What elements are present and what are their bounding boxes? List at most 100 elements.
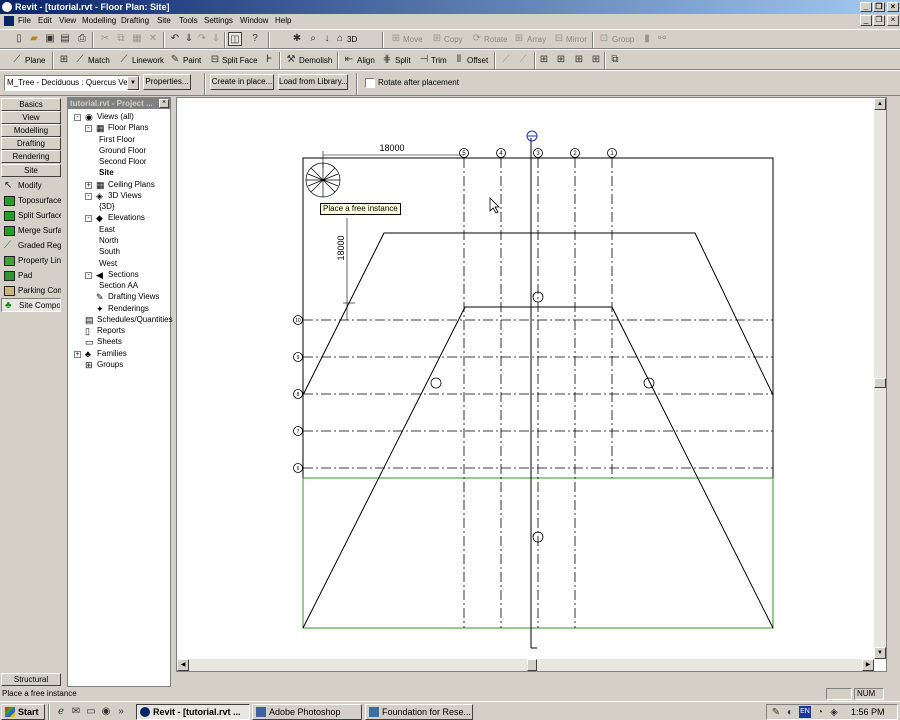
3d-view-icon[interactable]: ⌂ bbox=[333, 32, 347, 46]
tree-toggle[interactable]: - bbox=[85, 125, 92, 133]
pin-icon[interactable]: ⟋ bbox=[499, 53, 513, 67]
plane-button[interactable]: Plane bbox=[25, 56, 45, 65]
menu-settings[interactable]: Settings bbox=[204, 16, 233, 25]
tab-view[interactable]: View bbox=[1, 111, 61, 124]
properties-button[interactable]: Properties... bbox=[143, 74, 191, 90]
tray-icon[interactable]: ◔ bbox=[813, 706, 827, 720]
tree-item[interactable]: Second Floor bbox=[99, 157, 147, 166]
linework-icon[interactable]: ⟋ bbox=[117, 53, 131, 67]
drawing-area[interactable]: 5 4 3 2 1 10 9 8 7 6 18000 18000 ▲ ▼ ◀ ▶ bbox=[176, 97, 887, 672]
show-desktop-icon[interactable]: ▭ bbox=[84, 705, 98, 719]
menu-window[interactable]: Window bbox=[240, 16, 268, 25]
tool-site-component[interactable]: ♣ Site Compon bbox=[1, 298, 61, 312]
scroll-left-button[interactable]: ◀ bbox=[177, 659, 189, 671]
unpin-icon[interactable]: ⟋ bbox=[516, 53, 530, 67]
task-revit[interactable]: Revit - [tutorial.rvt ... bbox=[136, 704, 250, 720]
tree-item[interactable]: Families bbox=[97, 349, 127, 358]
scroll-down-button[interactable]: ▼ bbox=[874, 647, 886, 659]
menu-edit[interactable]: Edit bbox=[38, 16, 52, 25]
doc-minimize-button[interactable]: _ bbox=[860, 15, 872, 26]
view-properties-icon[interactable]: ⧉ bbox=[608, 53, 622, 67]
quicklaunch-more-icon[interactable]: » bbox=[114, 705, 128, 719]
tree-item[interactable]: Ground Floor bbox=[99, 146, 146, 155]
menu-modelling[interactable]: Modelling bbox=[82, 16, 116, 25]
delete-icon[interactable]: ✕ bbox=[146, 32, 160, 46]
tool-pad[interactable]: Pad bbox=[1, 269, 61, 283]
redo-icon[interactable]: ↷ bbox=[195, 32, 209, 46]
dynamic-view-icon[interactable]: ✱ bbox=[290, 32, 304, 46]
copy-button[interactable]: Copy bbox=[444, 35, 463, 44]
tree-item[interactable]: Sections bbox=[108, 270, 139, 279]
print-icon[interactable]: ⎙ bbox=[75, 32, 89, 46]
tree-item[interactable]: Site bbox=[99, 168, 114, 177]
tree-item[interactable]: 3D Views bbox=[108, 191, 142, 200]
scroll-up-button[interactable]: ▲ bbox=[874, 98, 886, 110]
align-button[interactable]: Align bbox=[357, 56, 375, 65]
cut-icon[interactable]: ✂ bbox=[98, 32, 112, 46]
menu-view[interactable]: View bbox=[59, 16, 76, 25]
paste-icon[interactable]: ▦ bbox=[130, 32, 144, 46]
tool-modify[interactable]: ↖ Modify bbox=[1, 179, 61, 193]
ie-icon[interactable]: ℯ bbox=[54, 705, 68, 719]
tree-toggle[interactable]: - bbox=[85, 271, 92, 279]
paint-button[interactable]: Paint bbox=[183, 56, 201, 65]
tab-modelling[interactable]: Modelling bbox=[1, 124, 61, 137]
close-button[interactable]: × bbox=[887, 2, 899, 12]
isolate-icon[interactable]: ⊞ bbox=[589, 53, 603, 67]
match-button[interactable]: Match bbox=[88, 56, 110, 65]
align-icon[interactable]: ⇤ bbox=[342, 53, 356, 67]
pen-tray-icon[interactable]: ✎ bbox=[769, 706, 783, 720]
tree-item[interactable]: Elevations bbox=[108, 213, 145, 222]
language-indicator[interactable]: EN bbox=[799, 706, 811, 718]
tool-parking-component[interactable]: Parking Comp bbox=[1, 284, 61, 298]
offset-button[interactable]: Offset bbox=[467, 56, 488, 65]
rotate-icon[interactable]: ⟳ bbox=[470, 32, 484, 46]
elevation-marker-east[interactable] bbox=[643, 377, 655, 389]
tree-item[interactable]: East bbox=[99, 225, 115, 234]
tool-property-line[interactable]: Property Line bbox=[1, 254, 61, 268]
menu-tools[interactable]: Tools bbox=[179, 16, 198, 25]
load-from-library-button[interactable]: Load from Library... bbox=[278, 74, 348, 90]
hide-category-icon[interactable]: ⊞ bbox=[554, 53, 568, 67]
hide-element-icon[interactable]: ⊞ bbox=[537, 53, 551, 67]
doc-close-button[interactable]: × bbox=[887, 15, 899, 26]
save-as-icon[interactable]: ▤ bbox=[58, 32, 72, 46]
paint-icon[interactable]: ✎ bbox=[168, 53, 182, 67]
start-button[interactable]: Start bbox=[1, 704, 45, 720]
tree-toggle[interactable]: - bbox=[74, 114, 81, 121]
redo-dropdown-icon[interactable]: ⇓ bbox=[209, 32, 223, 46]
tab-basics[interactable]: Basics bbox=[1, 98, 61, 111]
zoom-dropdown-icon[interactable]: ↓ bbox=[320, 32, 334, 46]
minimize-button[interactable]: _ bbox=[860, 2, 872, 12]
site-plan-drawing[interactable]: 5 4 3 2 1 10 9 8 7 6 18000 18000 bbox=[177, 98, 886, 671]
maximize-button[interactable]: ❐ bbox=[873, 2, 885, 12]
outlook-icon[interactable]: ✉ bbox=[69, 705, 83, 719]
tab-rendering[interactable]: Rendering bbox=[1, 150, 61, 163]
undo-dropdown-icon[interactable]: ⇓ bbox=[182, 32, 196, 46]
split-icon[interactable]: ⋕ bbox=[380, 53, 394, 67]
tab-drafting[interactable]: Drafting bbox=[1, 137, 61, 150]
tree-item[interactable]: First Floor bbox=[99, 135, 135, 144]
reveal-icon[interactable]: ⊞ bbox=[572, 53, 586, 67]
3d-label[interactable]: 3D bbox=[347, 35, 357, 44]
demolish-icon[interactable]: ⚒ bbox=[284, 53, 298, 67]
tree-item[interactable]: Reports bbox=[97, 326, 125, 335]
vertical-scrollbar[interactable]: ▲ ▼ bbox=[874, 98, 886, 659]
tree-item[interactable]: Views (all) bbox=[97, 112, 134, 121]
split-face-icon[interactable]: ⊟ bbox=[208, 53, 222, 67]
create-in-place-button[interactable]: Create in place... bbox=[210, 74, 274, 90]
mirror-icon[interactable]: ⊟ bbox=[552, 32, 566, 46]
tree-item[interactable]: Section AA bbox=[99, 281, 138, 290]
menu-help[interactable]: Help bbox=[275, 16, 291, 25]
trim-icon[interactable]: ⊣ bbox=[417, 53, 431, 67]
tree-item[interactable]: Schedules/Quantities bbox=[97, 315, 173, 324]
undo-icon[interactable]: ↶ bbox=[168, 32, 182, 46]
linework-button[interactable]: Linework bbox=[132, 56, 164, 65]
tool-graded-region[interactable]: ⟋ Graded Regio bbox=[1, 239, 61, 253]
tab-structural[interactable]: Structural bbox=[1, 673, 61, 686]
demolish-button[interactable]: Demolish bbox=[299, 56, 332, 65]
tree-item[interactable]: Ceiling Plans bbox=[108, 180, 155, 189]
split-button[interactable]: Split bbox=[395, 56, 411, 65]
zoom-icon[interactable]: ⌕ bbox=[306, 32, 320, 46]
network-tray-icon[interactable]: ◐ bbox=[783, 706, 797, 720]
